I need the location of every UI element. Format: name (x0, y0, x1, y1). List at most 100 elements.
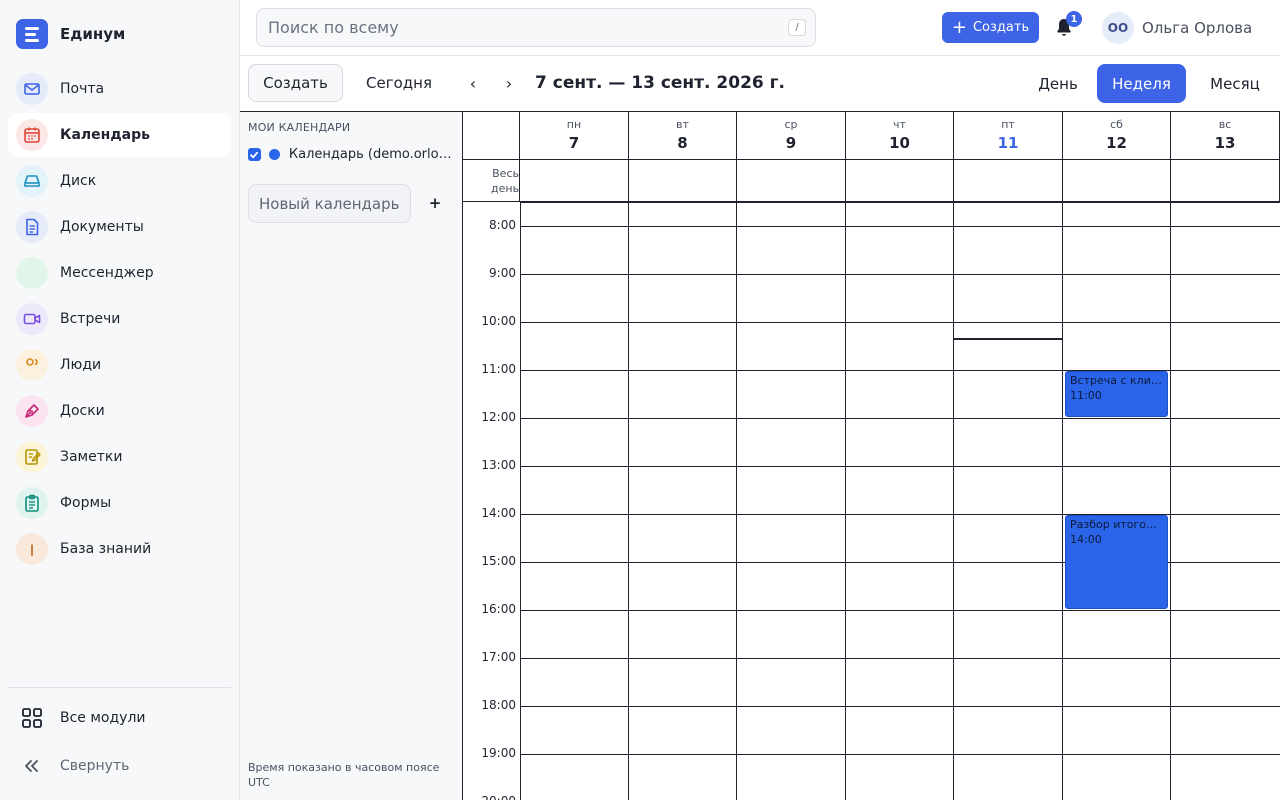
all-modules-label: Все модули (60, 710, 146, 726)
day-header[interactable]: пн 7 (520, 112, 629, 160)
day-number: 10 (889, 134, 910, 152)
all-day-cell[interactable] (846, 160, 954, 202)
all-day-cell[interactable] (629, 160, 737, 202)
calendar-name: Календарь (demo.orlova@edinum.ru) (288, 147, 458, 162)
sidebar-item-pen[interactable]: Доски (8, 389, 231, 433)
week-grid: Весь день пн 7 вт 8 ср 9 чт 10 пт 11 сб 12 вс 13 8:00 9… (463, 112, 1280, 800)
create-button[interactable]: + Создать (942, 12, 1039, 43)
sidebar-item-clipboard[interactable]: Формы (8, 481, 231, 525)
clipboard-icon (16, 487, 48, 519)
event-time: 14:00 (1070, 533, 1102, 546)
prev-week-button[interactable]: ‹ (461, 68, 485, 98)
brand[interactable]: Единум (16, 19, 125, 49)
calendar-checkbox[interactable] (248, 148, 261, 161)
day-number: 9 (785, 134, 797, 152)
all-day-cell[interactable] (1171, 160, 1280, 202)
day-of-week: вт (676, 118, 689, 131)
avatar: ОО (1102, 12, 1134, 44)
sidebar-item-mail[interactable]: Почта (8, 67, 231, 111)
date-range-title: 7 сент. — 13 сент. 2026 г. (535, 73, 785, 93)
hour-label: 15:00 (481, 554, 516, 568)
calendar-color-dot (268, 149, 280, 160)
calendar-list-item[interactable]: Календарь (demo.orlova@edinum.ru) (248, 147, 458, 162)
view-week-button[interactable]: Неделя (1097, 64, 1186, 103)
document-icon (16, 211, 48, 243)
sidebar-item-chat[interactable]: Мессенджер (8, 251, 231, 295)
all-day-label-line: Весь (492, 167, 519, 180)
new-calendar-input[interactable]: Новый календарь (248, 184, 411, 223)
hour-label: 18:00 (481, 698, 516, 712)
sidebar-item-label: Документы (60, 219, 144, 235)
global-search: / (256, 8, 816, 47)
sidebar: Единум Почта Календарь Диск Документы Мессен… (0, 0, 240, 800)
all-day-label-line: день (491, 182, 520, 195)
note-icon (16, 441, 48, 473)
hour-label: 19:00 (481, 746, 516, 760)
day-of-week: сб (1110, 118, 1123, 131)
day-header[interactable]: пт 11 (954, 112, 1063, 160)
day-column-border (1170, 202, 1171, 800)
hour-gridline (520, 274, 1280, 275)
day-header[interactable]: вс 13 (1171, 112, 1280, 160)
sidebar-item-label: Диск (60, 173, 97, 189)
sidebar-item-document[interactable]: Документы (8, 205, 231, 249)
hour-label: 12:00 (481, 410, 516, 424)
day-header[interactable]: ср 9 (737, 112, 846, 160)
book-icon (16, 533, 48, 565)
my-calendars-heading: МОИ КАЛЕНДАРИ (248, 121, 351, 134)
all-day-cell[interactable] (1063, 160, 1171, 202)
grid-icon (16, 702, 48, 734)
hour-gridline (520, 466, 1280, 467)
day-number: 13 (1214, 134, 1236, 152)
hour-gridline (520, 610, 1280, 611)
day-header[interactable]: вт 8 (629, 112, 737, 160)
day-of-week: ср (784, 118, 798, 131)
today-button[interactable]: Сегодня (353, 64, 445, 102)
next-week-button[interactable]: › (497, 68, 521, 98)
search-input[interactable] (268, 18, 768, 37)
sidebar-item-calendar[interactable]: Календарь (8, 113, 231, 157)
hour-label: 14:00 (481, 506, 516, 520)
hour-label: 10:00 (481, 314, 516, 328)
all-day-cell[interactable] (954, 160, 1063, 202)
sidebar-divider (8, 687, 231, 688)
sidebar-item-book[interactable]: База знаний (8, 527, 231, 571)
day-header[interactable]: чт 10 (846, 112, 954, 160)
hour-label: 20:00 (463, 794, 516, 800)
chat-icon (16, 257, 48, 289)
day-column-border (628, 202, 629, 800)
sidebar-item-label: Заметки (60, 449, 123, 465)
all-day-label: Весь день (463, 160, 520, 202)
hour-label: 16:00 (481, 602, 516, 616)
all-modules-button[interactable]: Все модули (8, 698, 231, 738)
calendar-icon (16, 119, 48, 151)
add-calendar-button[interactable]: + (424, 192, 446, 214)
all-day-cell[interactable] (737, 160, 846, 202)
collapse-sidebar-button[interactable]: Свернуть (8, 746, 231, 786)
calendar-toolbar: Создать Сегодня ‹ › 7 сент. — 13 сент. 2… (240, 56, 1280, 112)
sidebar-item-people[interactable]: Люди (8, 343, 231, 387)
hour-label: 13:00 (481, 458, 516, 472)
sidebar-item-video[interactable]: Встречи (8, 297, 231, 341)
view-month-button[interactable]: Месяц (1194, 64, 1276, 103)
app-name: Единум (60, 25, 126, 43)
view-day-button[interactable]: День (1027, 64, 1089, 103)
sidebar-item-note[interactable]: Заметки (8, 435, 231, 479)
user-menu[interactable]: ОО Ольга Орлова (1102, 12, 1252, 44)
day-of-week: пн (566, 118, 582, 131)
day-number: 8 (677, 134, 688, 152)
event-title: Встреча с клиентом (1070, 374, 1163, 387)
day-number: 11 (997, 134, 1019, 152)
create-event-button[interactable]: Создать (248, 64, 343, 102)
pen-icon (16, 395, 48, 427)
hour-gridline (520, 202, 1280, 203)
hour-gridline (520, 322, 1280, 323)
day-header[interactable]: сб 12 (1063, 112, 1171, 160)
calendar-event[interactable]: Разбор итогов недели 14:00 (1065, 515, 1168, 609)
sidebar-item-drive[interactable]: Диск (8, 159, 231, 203)
calendar-event[interactable]: Встреча с клиентом 11:00 (1065, 371, 1168, 417)
hour-gridline (520, 706, 1280, 707)
all-day-cell[interactable] (520, 160, 629, 202)
sidebar-item-label: Формы (60, 495, 112, 511)
drive-icon (16, 165, 48, 197)
